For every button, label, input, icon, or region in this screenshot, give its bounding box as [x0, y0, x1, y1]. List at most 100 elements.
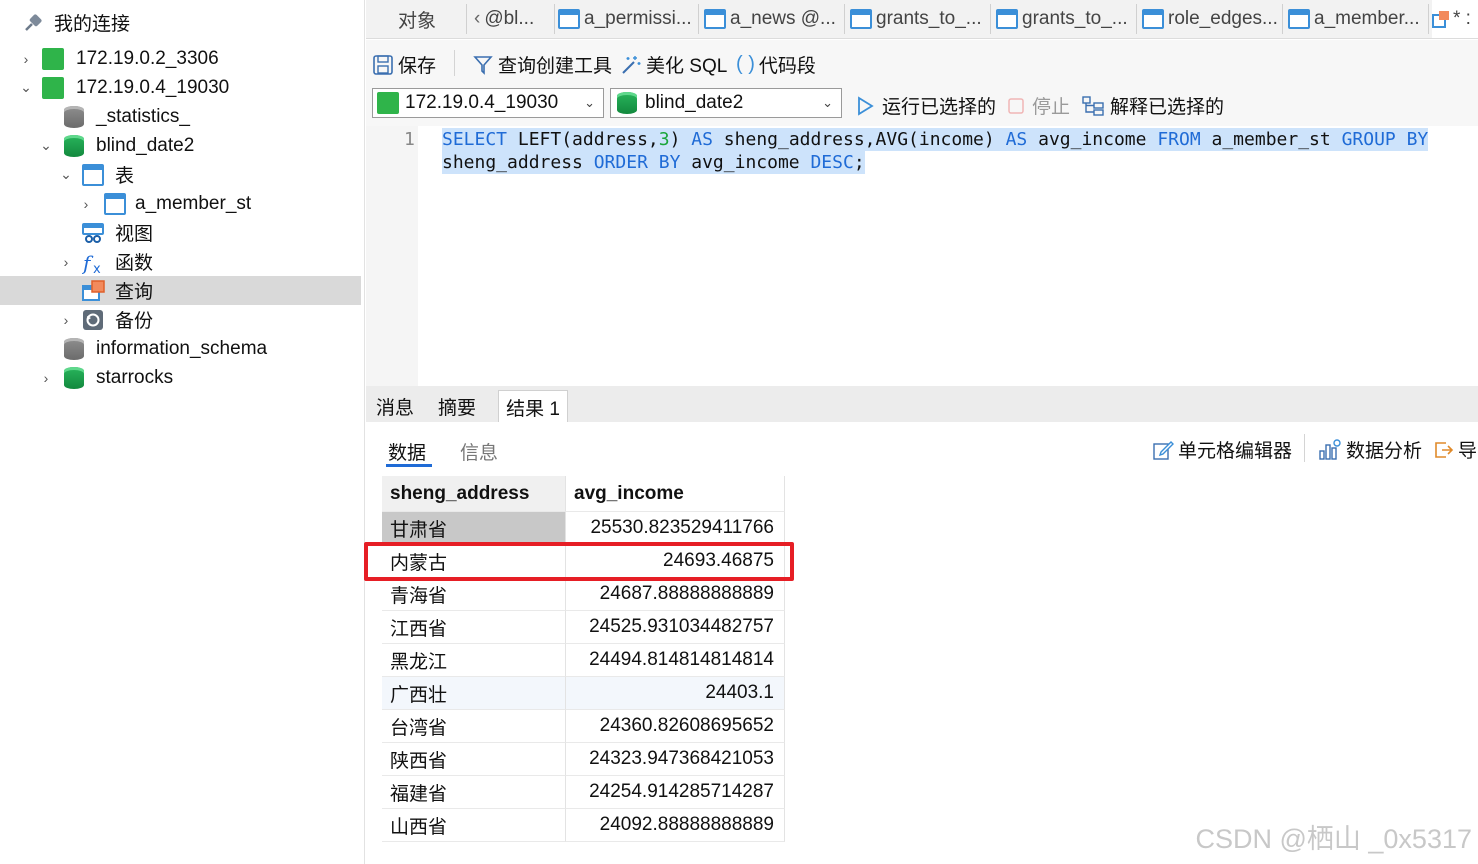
chevron-right-icon[interactable]: › [80, 196, 92, 212]
parentheses-icon: ( ) [736, 53, 755, 75]
table-cell-address[interactable]: 广西壮 [382, 677, 566, 710]
chevron-left-icon[interactable]: ‹ [474, 8, 480, 30]
cell-value: 24687.88888888889 [599, 583, 774, 604]
sidebar-item-information-schema[interactable]: information_schema [0, 334, 361, 363]
connection-toolbar: 172.19.0.4_19030 ⌄ blind_date2 ⌄ 运行已选择的 … [366, 86, 1478, 126]
query-builder-button[interactable]: 查询创建工具 [472, 51, 612, 78]
sidebar-item-functions[interactable]: › fx 函数 [0, 247, 361, 277]
table-cell-address[interactable]: 陕西省 [382, 743, 566, 776]
table-cell-income[interactable]: 24092.88888888889 [566, 809, 785, 842]
table-cell-income[interactable]: 24254.914285714287 [566, 776, 785, 809]
chevron-right-icon[interactable]: › [40, 370, 52, 386]
export-button[interactable]: 导 [1432, 436, 1477, 463]
sql-line-1[interactable]: SELECT LEFT(address,3) AS sheng_address,… [442, 128, 1429, 151]
tab-separator [1282, 4, 1283, 34]
sidebar-item-statistics[interactable]: _statistics_ [0, 102, 361, 131]
table-cell-income[interactable]: 24403.1 [566, 677, 785, 710]
tab-role-edges[interactable]: role_edges... [1142, 0, 1282, 38]
tab-label: * : [1453, 8, 1471, 29]
tab-result-1[interactable]: 结果 1 [498, 390, 568, 423]
chevron-down-icon[interactable]: ⌄ [822, 95, 833, 111]
sidebar-item-conn-19030[interactable]: ⌄ 172.19.0.4_19030 [0, 73, 361, 102]
tab-messages[interactable]: 消息 [370, 390, 420, 422]
table-cell-income[interactable]: 24525.931034482757 [566, 611, 785, 644]
tab-query-bl[interactable]: ‹ @bl... [474, 0, 556, 38]
table-cell-address[interactable]: 江西省 [382, 611, 566, 644]
column-header-avg-income[interactable]: avg_income [566, 476, 785, 512]
chevron-right-icon[interactable]: › [60, 312, 72, 328]
sidebar-item-views[interactable]: 视图 [0, 218, 361, 247]
sidebar-item-tables[interactable]: ⌄ 表 [0, 160, 361, 189]
database-select[interactable]: blind_date2 ⌄ [610, 88, 842, 118]
tab-a-permissions[interactable]: a_permissi... [558, 0, 698, 38]
stop-label: 停止 [1032, 97, 1071, 118]
chevron-down-icon[interactable]: ⌄ [20, 79, 32, 95]
chevron-right-icon[interactable]: › [20, 51, 32, 67]
database-icon [64, 337, 84, 360]
table-cell-income[interactable]: 24494.814814814814 [566, 644, 785, 677]
sidebar-item-a-member-st[interactable]: › a_member_st [0, 189, 361, 218]
table-cell-income[interactable]: 25530.823529411766 [566, 512, 785, 545]
connection-select-value: 172.19.0.4_19030 [405, 92, 559, 113]
tab-label: 结果 1 [506, 398, 560, 420]
cell-value: 24323.947368421053 [589, 748, 774, 769]
table-cell-address[interactable]: 台湾省 [382, 710, 566, 743]
sql-keyword: AS [1005, 129, 1028, 150]
database-icon [64, 105, 84, 128]
sidebar-item-conn-3306[interactable]: › 172.19.0.2_3306 [0, 44, 361, 73]
sidebar-item-backups[interactable]: › 备份 [0, 305, 361, 334]
tab-info[interactable]: 信息 [460, 438, 498, 465]
chevron-down-icon[interactable]: ⌄ [60, 166, 72, 182]
table-cell-address[interactable]: 黑龙江 [382, 644, 566, 677]
data-analysis-button[interactable]: 数据分析 [1318, 436, 1422, 463]
tab-a-news[interactable]: a_news @... [704, 0, 844, 38]
stop-button[interactable]: 停止 [1008, 92, 1070, 119]
beautify-sql-button[interactable]: 美化 SQL [620, 51, 727, 78]
table-cell-income[interactable]: 24360.82608695652 [566, 710, 785, 743]
sidebar-item-starrocks[interactable]: › starrocks [0, 363, 361, 392]
tab-grants-to-2[interactable]: grants_to_... [996, 0, 1136, 38]
run-selected-button[interactable]: 运行已选择的 [856, 92, 996, 119]
mysql-connection-icon [42, 47, 64, 70]
table-cell-address[interactable]: 青海省 [382, 578, 566, 611]
cell-editor-label: 单元格编辑器 [1178, 441, 1293, 462]
sidebar-item-queries[interactable]: 查询 [0, 276, 361, 305]
table-cell-address[interactable]: 甘肃省 [382, 512, 566, 545]
cell-editor-button[interactable]: 单元格编辑器 [1152, 436, 1292, 463]
sql-line-2[interactable]: sheng_address ORDER BY avg_income DESC; [442, 151, 865, 174]
chevron-right-icon[interactable]: › [60, 254, 72, 270]
tab-grants-to-1[interactable]: grants_to_... [850, 0, 990, 38]
tab-current-query[interactable]: * : [1432, 0, 1478, 38]
code-snippet-button[interactable]: ( ) 代码段 [736, 51, 816, 78]
database-icon [64, 134, 84, 157]
chevron-down-icon[interactable]: ⌄ [584, 95, 595, 111]
column-header-sheng-address[interactable]: sheng_address [382, 476, 566, 512]
sql-token: sheng_address,AVG(income) [712, 129, 1006, 150]
tab-objects[interactable]: 对象 [398, 0, 470, 38]
sql-editor[interactable]: 1 SELECT LEFT(address,3) AS sheng_addres… [366, 126, 1478, 386]
magic-wand-icon [620, 54, 642, 76]
sql-token: avg_income [1027, 129, 1158, 150]
sql-keyword: GROUP BY [1341, 129, 1429, 150]
bar-chart-icon [1318, 438, 1342, 461]
tab-summary[interactable]: 摘要 [432, 390, 482, 422]
tab-a-member[interactable]: a_member... [1288, 0, 1428, 38]
toolbar-divider [454, 50, 455, 76]
chevron-down-icon[interactable]: ⌄ [40, 137, 52, 153]
table-cell-address[interactable]: 福建省 [382, 776, 566, 809]
table-cell-address[interactable]: 山西省 [382, 809, 566, 842]
explain-selected-button[interactable]: 解释已选择的 [1082, 92, 1224, 119]
tab-label: 数据 [388, 443, 427, 464]
save-button[interactable]: 保存 [372, 51, 436, 78]
tab-data[interactable]: 数据 [388, 438, 426, 465]
sidebar-item-blind-date2[interactable]: ⌄ blind_date2 [0, 131, 361, 160]
sql-token: a_member_st [1200, 129, 1342, 150]
function-icon: fx [81, 251, 104, 277]
sql-keyword: AS [691, 129, 713, 150]
sidebar-item-label: 视图 [115, 224, 154, 245]
table-cell-income[interactable]: 24687.88888888889 [566, 578, 785, 611]
table-cell-income[interactable]: 24323.947368421053 [566, 743, 785, 776]
cell-value: 24494.814814814814 [589, 649, 774, 670]
data-analysis-label: 数据分析 [1346, 441, 1423, 462]
connection-select[interactable]: 172.19.0.4_19030 ⌄ [372, 88, 604, 118]
